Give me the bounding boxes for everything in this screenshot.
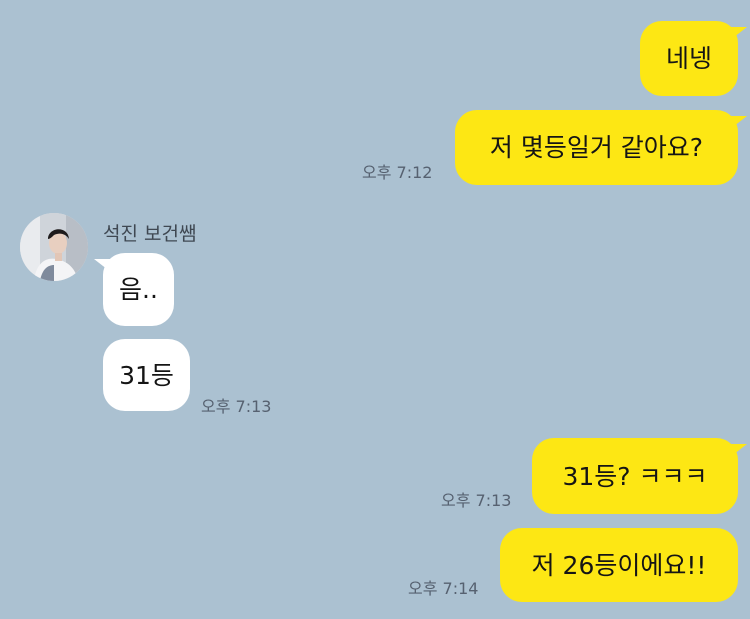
message-text: 저 26등이에요!! [531, 550, 707, 580]
my-message-bubble[interactable]: 저 26등이에요!! [500, 528, 738, 602]
message-text: 네넹 [665, 44, 712, 73]
my-message-bubble[interactable]: 31등? ㅋㅋㅋ [532, 438, 747, 514]
message-text: 저 몇등일거 같아요? [489, 133, 704, 162]
message-text: 31등 [119, 360, 174, 390]
message-timestamp: 오후 7:12 [362, 163, 433, 182]
message-text: 음.. [119, 275, 158, 304]
my-message-bubble[interactable]: 저 몇등일거 같아요? [455, 110, 747, 185]
chat-window: 네넹 저 몇등일거 같아요? 오후 7:12 석진 보건쌤 음.. 31등 오후… [0, 0, 750, 619]
message-timestamp: 오후 7:13 [441, 491, 512, 510]
sender-name: 석진 보건쌤 [103, 223, 197, 245]
message-timestamp: 오후 7:14 [408, 579, 479, 598]
my-message-bubble[interactable]: 네넹 [640, 21, 747, 96]
sender-avatar[interactable] [20, 213, 88, 281]
their-message-bubble[interactable]: 음.. [94, 253, 174, 326]
message-text: 31등? ㅋㅋㅋ [562, 461, 708, 491]
message-timestamp: 오후 7:13 [201, 397, 272, 416]
their-message-bubble[interactable]: 31등 [103, 339, 190, 411]
profile-photo-icon [20, 213, 88, 281]
